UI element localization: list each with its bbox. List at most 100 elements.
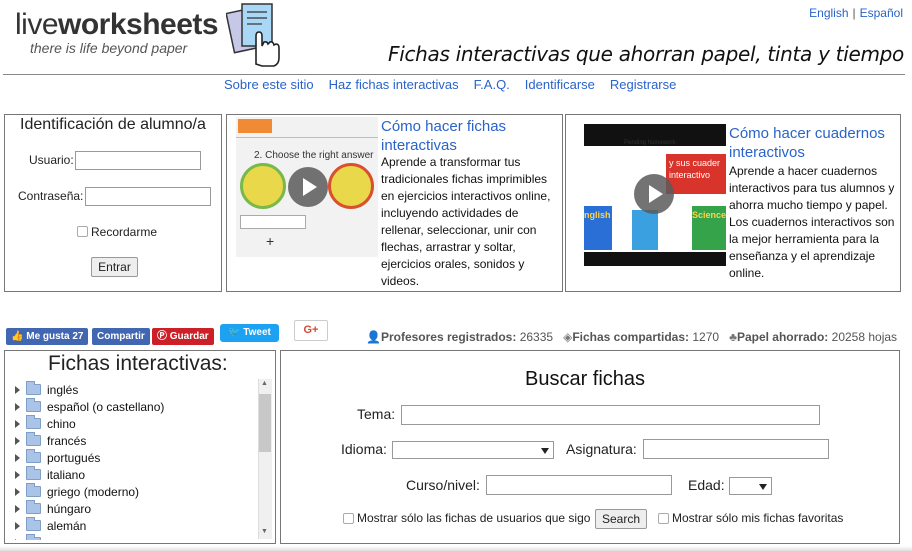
expand-arrow-icon[interactable]	[15, 385, 20, 394]
shared-value: 1270	[692, 330, 720, 344]
remember-label: Recordarme	[91, 225, 158, 239]
tema-input[interactable]	[401, 405, 820, 425]
expand-arrow-icon[interactable]	[15, 419, 20, 428]
favorites-checkbox[interactable]	[658, 513, 669, 524]
google-plus-button[interactable]: G+	[294, 320, 328, 341]
username-input[interactable]	[75, 151, 201, 170]
scroll-down-icon[interactable]: ▼	[261, 528, 268, 535]
logo-bold-text: worksheets	[58, 8, 219, 41]
category-label: portugués	[47, 450, 101, 465]
category-item[interactable]: griego (moderno)	[15, 483, 139, 500]
login-submit-button[interactable]: Entrar	[91, 257, 138, 277]
nav-register-link[interactable]: Registrarse	[610, 77, 676, 92]
category-item[interactable]: ruso	[15, 534, 70, 540]
expand-arrow-icon[interactable]	[15, 487, 20, 496]
teacher-icon: 👤	[366, 330, 381, 344]
expand-arrow-icon[interactable]	[15, 538, 20, 540]
main-nav: Sobre este sitio Haz fichas interactivas…	[224, 77, 676, 92]
idioma-select[interactable]	[392, 441, 554, 459]
category-item[interactable]: italiano	[15, 466, 85, 483]
nav-login-link[interactable]: Identificarse	[525, 77, 595, 92]
favorites-label: Mostrar sólo mis fichas favoritas	[672, 511, 844, 525]
categories-title: Fichas interactivas:	[48, 352, 228, 375]
nav-faq-link[interactable]: F.A.Q.	[474, 77, 510, 92]
expand-arrow-icon[interactable]	[15, 521, 20, 530]
teachers-value: 26335	[519, 330, 554, 344]
password-input[interactable]	[85, 187, 211, 206]
video-description-worksheets: Aprende a transformar tus tradicionales …	[381, 155, 551, 288]
expand-arrow-icon[interactable]	[15, 453, 20, 462]
tagline: Fichas interactivas que ahorran papel, t…	[388, 42, 904, 66]
search-button[interactable]: Search	[595, 509, 647, 529]
category-label: chino	[47, 416, 76, 431]
book-blue	[632, 210, 658, 250]
header-divider	[3, 74, 905, 75]
thumb-caption: 2. Choose the right answer	[254, 150, 374, 161]
lang-english-link[interactable]: English	[809, 6, 848, 20]
thumb-banner: y sus cuader interactivo	[666, 154, 726, 194]
expand-arrow-icon[interactable]	[15, 470, 20, 479]
category-item[interactable]: inglés	[15, 381, 78, 398]
tweet-button[interactable]: 🐦 Tweet	[220, 324, 279, 342]
video-title-worksheets[interactable]: Cómo hacer fichas interactivas	[381, 117, 559, 155]
expand-arrow-icon[interactable]	[15, 402, 20, 411]
facebook-like-button[interactable]: 👍 Me gusta 27	[6, 328, 89, 345]
tema-label: Tema:	[357, 406, 396, 422]
curso-input[interactable]	[486, 475, 672, 495]
username-label: Usuario:	[29, 153, 74, 167]
lang-separator: |	[852, 6, 856, 20]
nav-about-link[interactable]: Sobre este sitio	[224, 77, 314, 92]
asignatura-input[interactable]	[643, 439, 829, 459]
site-stats: 👤Profesores registrados: 26335 ◈Fichas c…	[366, 330, 897, 344]
category-tree: inglés español (o castellano) chino fran…	[6, 378, 272, 540]
like-label: Me gusta 27	[26, 331, 84, 342]
pinterest-save-button[interactable]: Ⓟ Guardar	[152, 328, 214, 345]
cube-icon: ◈	[563, 330, 573, 344]
worksheet-hand-icon	[226, 3, 280, 67]
folder-icon	[26, 449, 41, 463]
play-icon[interactable]	[634, 174, 674, 214]
scroll-up-icon[interactable]: ▲	[261, 380, 268, 387]
category-item[interactable]: húngaro	[15, 500, 91, 517]
category-scroll-thumb[interactable]	[259, 394, 271, 452]
edad-label: Edad:	[688, 477, 725, 493]
play-icon[interactable]	[288, 167, 328, 207]
category-item[interactable]: chino	[15, 415, 76, 432]
category-item[interactable]: alemán	[15, 517, 86, 534]
asignatura-label: Asignatura:	[566, 441, 637, 457]
category-label: alemán	[47, 518, 87, 533]
video-thumbnail-worksheets[interactable]: 2. Choose the right answer +	[236, 117, 378, 257]
category-item[interactable]: portugués	[15, 449, 100, 466]
category-label: italiano	[47, 467, 86, 482]
folder-icon	[26, 398, 41, 412]
expand-arrow-icon[interactable]	[15, 436, 20, 445]
folder-icon	[26, 534, 41, 540]
login-title: Identificación de alumno/a	[20, 116, 206, 133]
folder-icon	[26, 483, 41, 497]
book-english: nglish	[584, 206, 612, 250]
category-label: francés	[47, 433, 87, 448]
category-label: ruso	[47, 536, 70, 541]
video-thumbnail-notebooks[interactable]: Pending homework: y sus cuader interacti…	[584, 124, 726, 266]
search-title: Buscar fichas	[525, 368, 646, 390]
category-item[interactable]: francés	[15, 432, 86, 449]
logo-slogan: there is life beyond paper	[30, 40, 188, 56]
edad-select[interactable]	[729, 477, 772, 495]
video-description-notebooks: Aprende a hacer cuadernos interactivos p…	[729, 164, 895, 280]
thumbs-up-icon: 👍	[11, 331, 24, 342]
save-label: Guardar	[169, 331, 209, 342]
tree-icon: ♣	[729, 330, 737, 344]
category-label: inglés	[47, 382, 79, 397]
remember-checkbox[interactable]	[77, 226, 88, 237]
logo[interactable]: liveworksheets	[15, 8, 219, 42]
follow-users-label: Mostrar sólo las fichas de usuarios que …	[357, 511, 591, 525]
video-title-notebooks[interactable]: Cómo hacer cuadernos interactivos	[729, 124, 901, 162]
category-item[interactable]: español (o castellano)	[15, 398, 164, 415]
tweet-label: Tweet	[243, 327, 271, 338]
expand-arrow-icon[interactable]	[15, 504, 20, 513]
twitter-bird-icon: 🐦	[228, 327, 241, 338]
follow-users-checkbox[interactable]	[343, 513, 354, 524]
lang-spanish-link[interactable]: Español	[860, 6, 903, 20]
facebook-share-button[interactable]: Compartir	[92, 328, 150, 345]
nav-create-link[interactable]: Haz fichas interactivas	[329, 77, 459, 92]
